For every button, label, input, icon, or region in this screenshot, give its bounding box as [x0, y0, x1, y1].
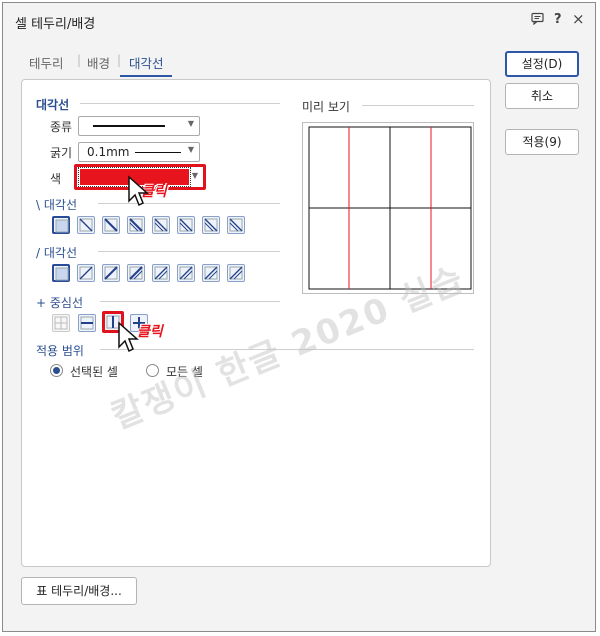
backslash-diagonal-thin-button[interactable]: [77, 216, 95, 234]
slash-diagonal-bent-button[interactable]: [177, 264, 195, 282]
preview-label: 미리 보기: [302, 100, 350, 114]
apply-button[interactable]: 적용(9): [505, 129, 579, 155]
slash-diagonal-icon: [229, 266, 243, 280]
help-icon[interactable]: ?: [554, 12, 562, 27]
tab-separator: |: [117, 53, 122, 67]
slash-diagonal-icon: [129, 266, 143, 280]
divider: [80, 103, 280, 104]
chevron-down-icon: ▼: [187, 145, 194, 154]
chevron-down-icon: ▼: [187, 119, 194, 128]
slash-diagonal-icon: [104, 266, 118, 280]
divider: [98, 203, 280, 204]
line-width-label: 굵기: [50, 146, 73, 160]
slash-diagonal-multi-button[interactable]: [152, 264, 170, 282]
backslash-diagonal-none-button[interactable]: [52, 216, 70, 234]
line-width-select[interactable]: 0.1mm ▼: [78, 142, 200, 162]
line-type-label: 종류: [50, 120, 73, 134]
radio-selected-cells[interactable]: [50, 364, 63, 377]
slash-diagonal-double-button[interactable]: [127, 264, 145, 282]
dialog-title: 셀 테두리/배경: [15, 17, 96, 32]
line-width-value: 0.1mm: [87, 145, 130, 159]
chevron-down-icon: ▼: [191, 171, 198, 180]
backslash-diagonal-thick-button[interactable]: [102, 216, 120, 234]
tab-background[interactable]: 배경: [87, 53, 110, 72]
line-type-sample: [93, 125, 165, 127]
backslash-diagonal-icon: [55, 219, 69, 233]
backslash-diagonal-icon: [154, 218, 168, 232]
mouse-cursor-icon: [118, 321, 139, 353]
line-width-sample: [135, 152, 181, 153]
backslash-diagonal-icon: [204, 218, 218, 232]
backslash-diagonal-fan-button[interactable]: [202, 216, 220, 234]
backslash-diagonal-title: \ 대각선: [36, 198, 77, 212]
slash-diagonal-fan2-button[interactable]: [227, 264, 245, 282]
backslash-diagonal-double-button[interactable]: [127, 216, 145, 234]
active-tab-indicator: [120, 75, 172, 77]
divider: [362, 105, 474, 106]
backslash-diagonal-icon: [229, 218, 243, 232]
backslash-diagonal-bent-button[interactable]: [177, 216, 195, 234]
center-line-title: + 중심선: [36, 296, 83, 310]
tab-separator: |: [77, 53, 82, 67]
line-color-label: 색: [50, 172, 62, 186]
mouse-cursor-icon: [128, 175, 149, 207]
center-none-button[interactable]: [52, 314, 70, 332]
close-icon[interactable]: ×: [572, 10, 585, 28]
slash-diagonal-thin-button[interactable]: [77, 264, 95, 282]
tab-border[interactable]: 테두리: [29, 53, 64, 72]
backslash-diagonal-icon: [104, 218, 118, 232]
backslash-diagonal-fan2-button[interactable]: [227, 216, 245, 234]
slash-diagonal-icon: [179, 266, 193, 280]
slash-diagonal-none-button[interactable]: [52, 264, 70, 282]
line-type-select[interactable]: ▼: [78, 116, 200, 136]
backslash-diagonal-icon: [129, 218, 143, 232]
apply-range-title: 적용 범위: [36, 344, 84, 358]
tab-diagonal[interactable]: 대각선: [129, 53, 164, 72]
slash-diagonal-title: / 대각선: [36, 246, 77, 260]
ok-button[interactable]: 설정(D): [505, 51, 579, 77]
backslash-diagonal-icon: [79, 218, 93, 232]
diagonal-panel: 대각선 종류 ▼ 굵기 0.1mm ▼ 색 ▼ \ 대각선 / 대각선 + 중심…: [21, 79, 491, 567]
divider: [98, 251, 280, 252]
divider: [100, 301, 280, 302]
slash-diagonal-icon: [55, 267, 69, 281]
radio-selected-cells-label: 선택된 셀: [70, 365, 118, 379]
backslash-diagonal-icon: [179, 218, 193, 232]
center-horizontal-button[interactable]: [78, 314, 96, 332]
slash-diagonal-icon: [204, 266, 218, 280]
slash-diagonal-thick-button[interactable]: [102, 264, 120, 282]
slash-diagonal-fan-button[interactable]: [202, 264, 220, 282]
slash-diagonal-icon: [79, 266, 93, 280]
cell-border-dialog: 셀 테두리/배경 ? × 테두리 | 배경 | 대각선 대각선 종류 ▼ 굵기 …: [2, 2, 596, 632]
title-bar: 셀 테두리/배경 ? ×: [3, 3, 595, 37]
slash-diagonal-icon: [154, 266, 168, 280]
table-border-button[interactable]: 표 테두리/배경...: [21, 577, 137, 605]
message-icon[interactable]: [531, 12, 544, 29]
diagonal-section-title: 대각선: [36, 98, 70, 112]
backslash-diagonal-multi-button[interactable]: [152, 216, 170, 234]
cancel-button[interactable]: 취소: [505, 83, 579, 109]
